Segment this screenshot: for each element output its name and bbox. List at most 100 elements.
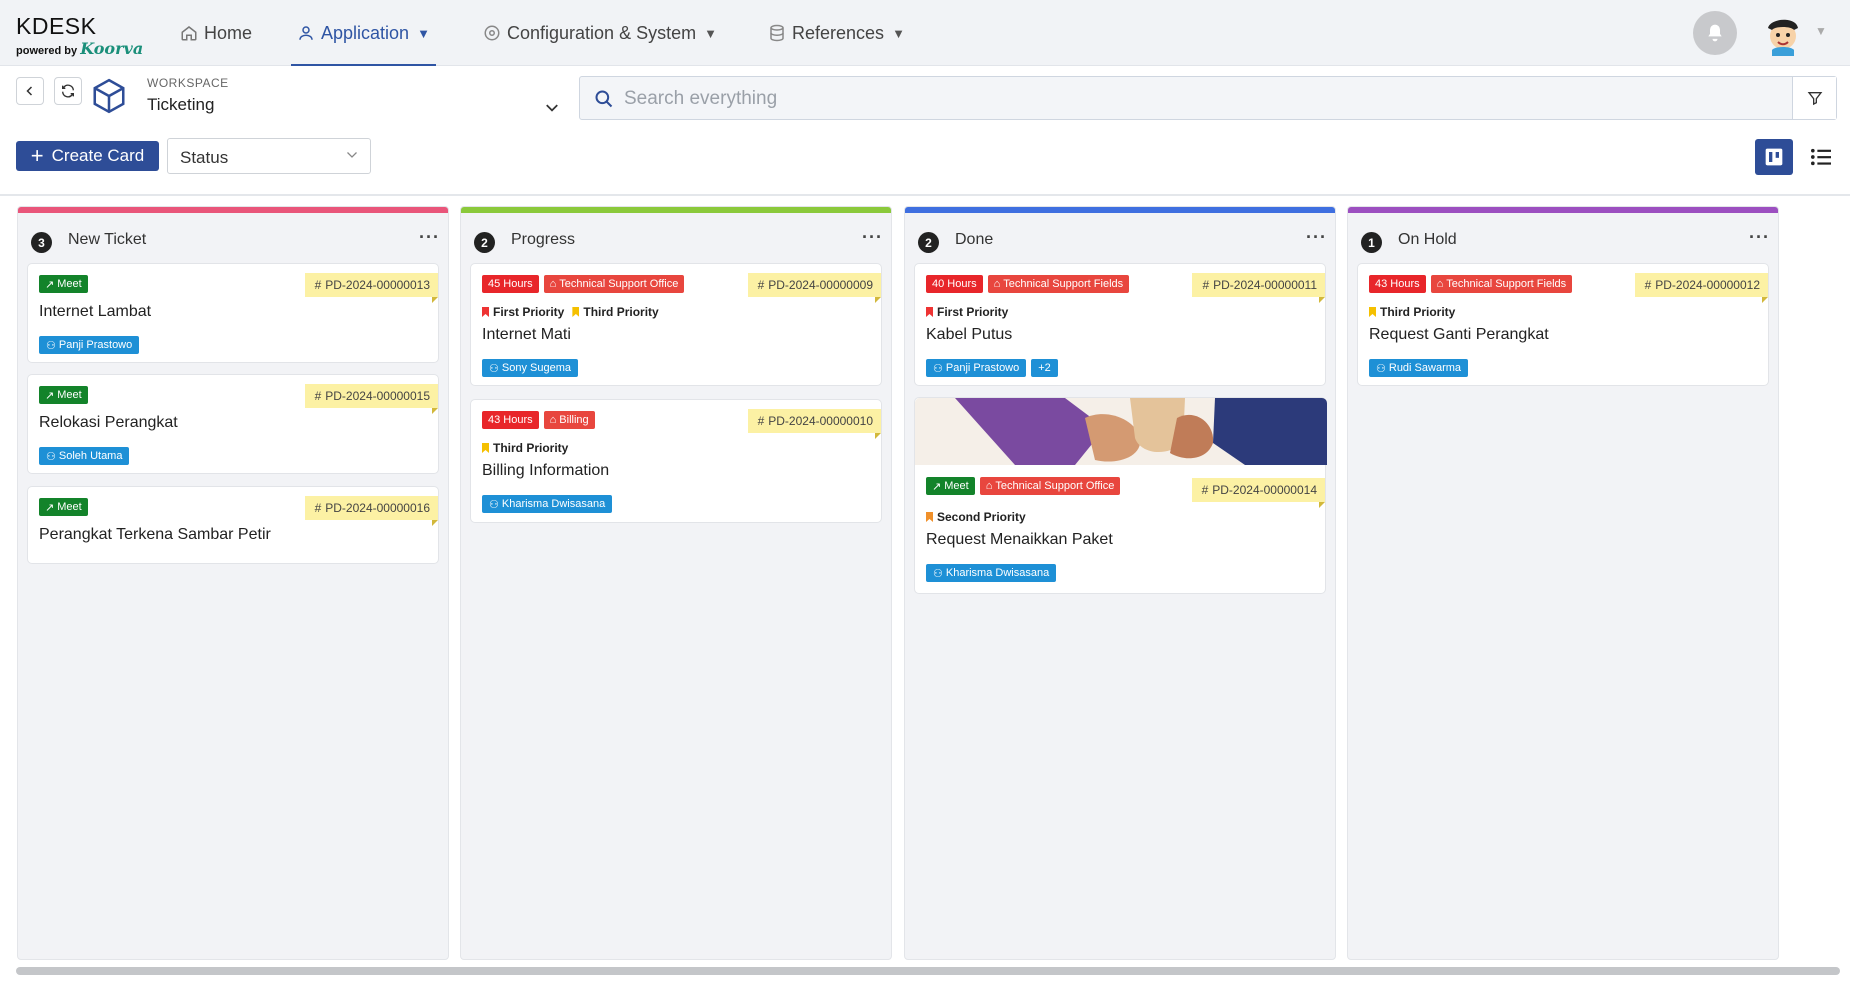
nav-home[interactable]: Home xyxy=(180,0,252,66)
ticket-id-tag: # PD-2024-00000009 xyxy=(747,273,881,303)
ticket-card[interactable]: 43 Hours ⌂ Technical Support Fields # PD-2… xyxy=(1357,263,1769,386)
more-assignees-badge[interactable]: +2 xyxy=(1031,359,1058,377)
kdesk-logo[interactable]: KDESK powered by Koorva xyxy=(16,14,143,58)
hash-icon: # xyxy=(314,389,322,403)
ticket-title: Relokasi Perangkat xyxy=(39,414,178,431)
building-icon: ⌂ xyxy=(993,278,1001,290)
filter-button[interactable] xyxy=(1792,77,1836,119)
office-badge: ⌂ Technical Support Fields xyxy=(987,275,1130,293)
office-badge: ⌂ Billing xyxy=(543,411,595,429)
column-title: Progress xyxy=(511,231,576,248)
bookmark-icon xyxy=(482,443,489,453)
column-title: New Ticket xyxy=(68,231,147,248)
trend-up-icon: ↗ xyxy=(45,278,55,291)
search-input[interactable]: Search everything xyxy=(624,88,777,110)
hours-badge: 43 Hours xyxy=(1369,275,1426,293)
ticket-title: Request Ganti Perangkat xyxy=(1369,326,1549,343)
user-icon: ⚇ xyxy=(1376,362,1386,375)
kanban-icon xyxy=(1765,148,1783,166)
ticket-card[interactable]: 45 Hours ⌂ Technical Support Office # PD-2… xyxy=(470,263,882,386)
chevron-left-icon xyxy=(26,86,33,96)
list-icon xyxy=(1811,148,1831,166)
column-on-hold: 1 On Hold ··· 43 Hours ⌂ Technical Suppor… xyxy=(1347,206,1779,960)
caret-down-icon: ▼ xyxy=(704,25,717,41)
list-view-button[interactable] xyxy=(1802,139,1840,175)
office-badge: ⌂ Technical Support Office xyxy=(979,477,1121,495)
building-icon: ⌂ xyxy=(1436,278,1444,290)
priority-label: Third Priority xyxy=(482,441,568,455)
meet-badge: ↗ Meet xyxy=(926,477,975,495)
assignee-badge: ⚇ Kharisma Dwisasana xyxy=(482,495,613,513)
ticket-title: Perangkat Terkena Sambar Petir xyxy=(39,526,271,543)
more-options-icon[interactable]: ··· xyxy=(1749,227,1770,248)
ticket-id-tag: # PD-2024-00000011 xyxy=(1192,273,1325,303)
user-icon: ⚇ xyxy=(46,450,56,463)
meet-badge: ↗ Meet xyxy=(39,386,88,404)
ticket-id-tag: # PD-2024-00000014 xyxy=(1191,478,1325,508)
building-icon: ⌂ xyxy=(985,480,993,492)
more-options-icon[interactable]: ··· xyxy=(1306,227,1327,248)
ticket-card[interactable]: ↗ Meet # PD-2024-00000016 Perangkat Terken… xyxy=(27,486,439,564)
avatar-caret-icon[interactable]: ▼ xyxy=(1815,24,1827,38)
nav-references-label: References xyxy=(792,22,885,43)
nav-application[interactable]: Application ▼ xyxy=(291,0,436,66)
more-options-icon[interactable]: ··· xyxy=(419,227,440,248)
search-bar[interactable]: Search everything xyxy=(579,76,1837,120)
assignee-badge: ⚇ Soleh Utama xyxy=(39,447,130,465)
workspace-chevron-down-icon[interactable] xyxy=(545,100,559,118)
ticket-card[interactable]: ↗ Meet ⌂ Technical Support Office # PD-2024… xyxy=(914,397,1327,594)
user-icon: ⚇ xyxy=(933,362,943,375)
assignee-badge: ⚇ Kharisma Dwisasana xyxy=(926,564,1057,582)
koorva-logo: Koorva xyxy=(80,39,144,58)
refresh-icon xyxy=(62,84,74,98)
nav-references[interactable]: References ▼ xyxy=(768,0,905,66)
more-options-icon[interactable]: ··· xyxy=(862,227,883,248)
trend-up-icon: ↗ xyxy=(45,501,55,514)
horizontal-scrollbar[interactable] xyxy=(16,967,1840,975)
user-avatar[interactable] xyxy=(1760,10,1806,56)
bookmark-icon xyxy=(926,512,933,522)
bookmark-icon xyxy=(1369,307,1376,317)
priority-label: Third Priority xyxy=(1369,305,1455,319)
workspace-cube-icon xyxy=(90,76,128,121)
nav-configuration[interactable]: Configuration & System ▼ xyxy=(483,0,717,66)
card-cover-image xyxy=(915,398,1327,465)
ticket-id-tag: # PD-2024-00000012 xyxy=(1634,273,1768,303)
building-icon: ⌂ xyxy=(549,278,557,290)
hash-icon: # xyxy=(1644,278,1652,292)
office-badge: ⌂ Technical Support Office xyxy=(543,275,685,293)
assignee-badge: ⚇ Panji Prastowo xyxy=(926,359,1027,377)
kanban-view-button[interactable] xyxy=(1755,139,1793,175)
column-done: 2 Done ··· 40 Hours ⌂ Technical Support F… xyxy=(904,206,1336,960)
priority-label: Second Priority xyxy=(926,510,1026,524)
hours-badge: 45 Hours xyxy=(482,275,539,293)
home-icon xyxy=(181,26,197,41)
column-count: 1 xyxy=(1361,232,1382,253)
ticket-card[interactable]: ↗ Meet # PD-2024-00000015 Relokasi Perangk… xyxy=(27,374,439,474)
ticket-card[interactable]: 43 Hours ⌂ Billing # PD-2024-00000010 Thir… xyxy=(470,399,882,523)
hours-badge: 43 Hours xyxy=(482,411,539,429)
workspace-select[interactable]: Ticketing xyxy=(147,95,214,115)
back-button[interactable] xyxy=(16,77,44,105)
office-badge: ⌂ Technical Support Fields xyxy=(1430,275,1573,293)
nav-home-label: Home xyxy=(204,22,253,43)
status-dropdown[interactable]: Status xyxy=(167,138,371,174)
ticket-card[interactable]: 40 Hours ⌂ Technical Support Fields # PD-2… xyxy=(914,263,1326,386)
nav-config-label: Configuration & System xyxy=(507,22,697,43)
hash-icon: # xyxy=(314,501,322,515)
filter-icon xyxy=(1807,92,1822,106)
refresh-button[interactable] xyxy=(54,77,82,105)
caret-down-icon: ▼ xyxy=(892,25,905,41)
user-icon xyxy=(299,26,313,40)
create-card-button[interactable]: + Create Card xyxy=(16,141,159,171)
hash-icon: # xyxy=(1202,278,1210,292)
priority-label: Third Priority xyxy=(572,305,659,319)
assignee-badge: ⚇ Rudi Sawarma xyxy=(1369,359,1469,377)
ticket-card[interactable]: ↗ Meet # PD-2024-00000013 Internet Lambat … xyxy=(27,263,439,363)
notification-bell-button[interactable] xyxy=(1693,11,1737,55)
hash-icon: # xyxy=(314,278,322,292)
user-icon: ⚇ xyxy=(933,567,943,580)
ticket-title: Internet Lambat xyxy=(39,303,152,320)
nav-application-label: Application xyxy=(321,22,410,43)
chevron-down-icon xyxy=(347,152,357,158)
